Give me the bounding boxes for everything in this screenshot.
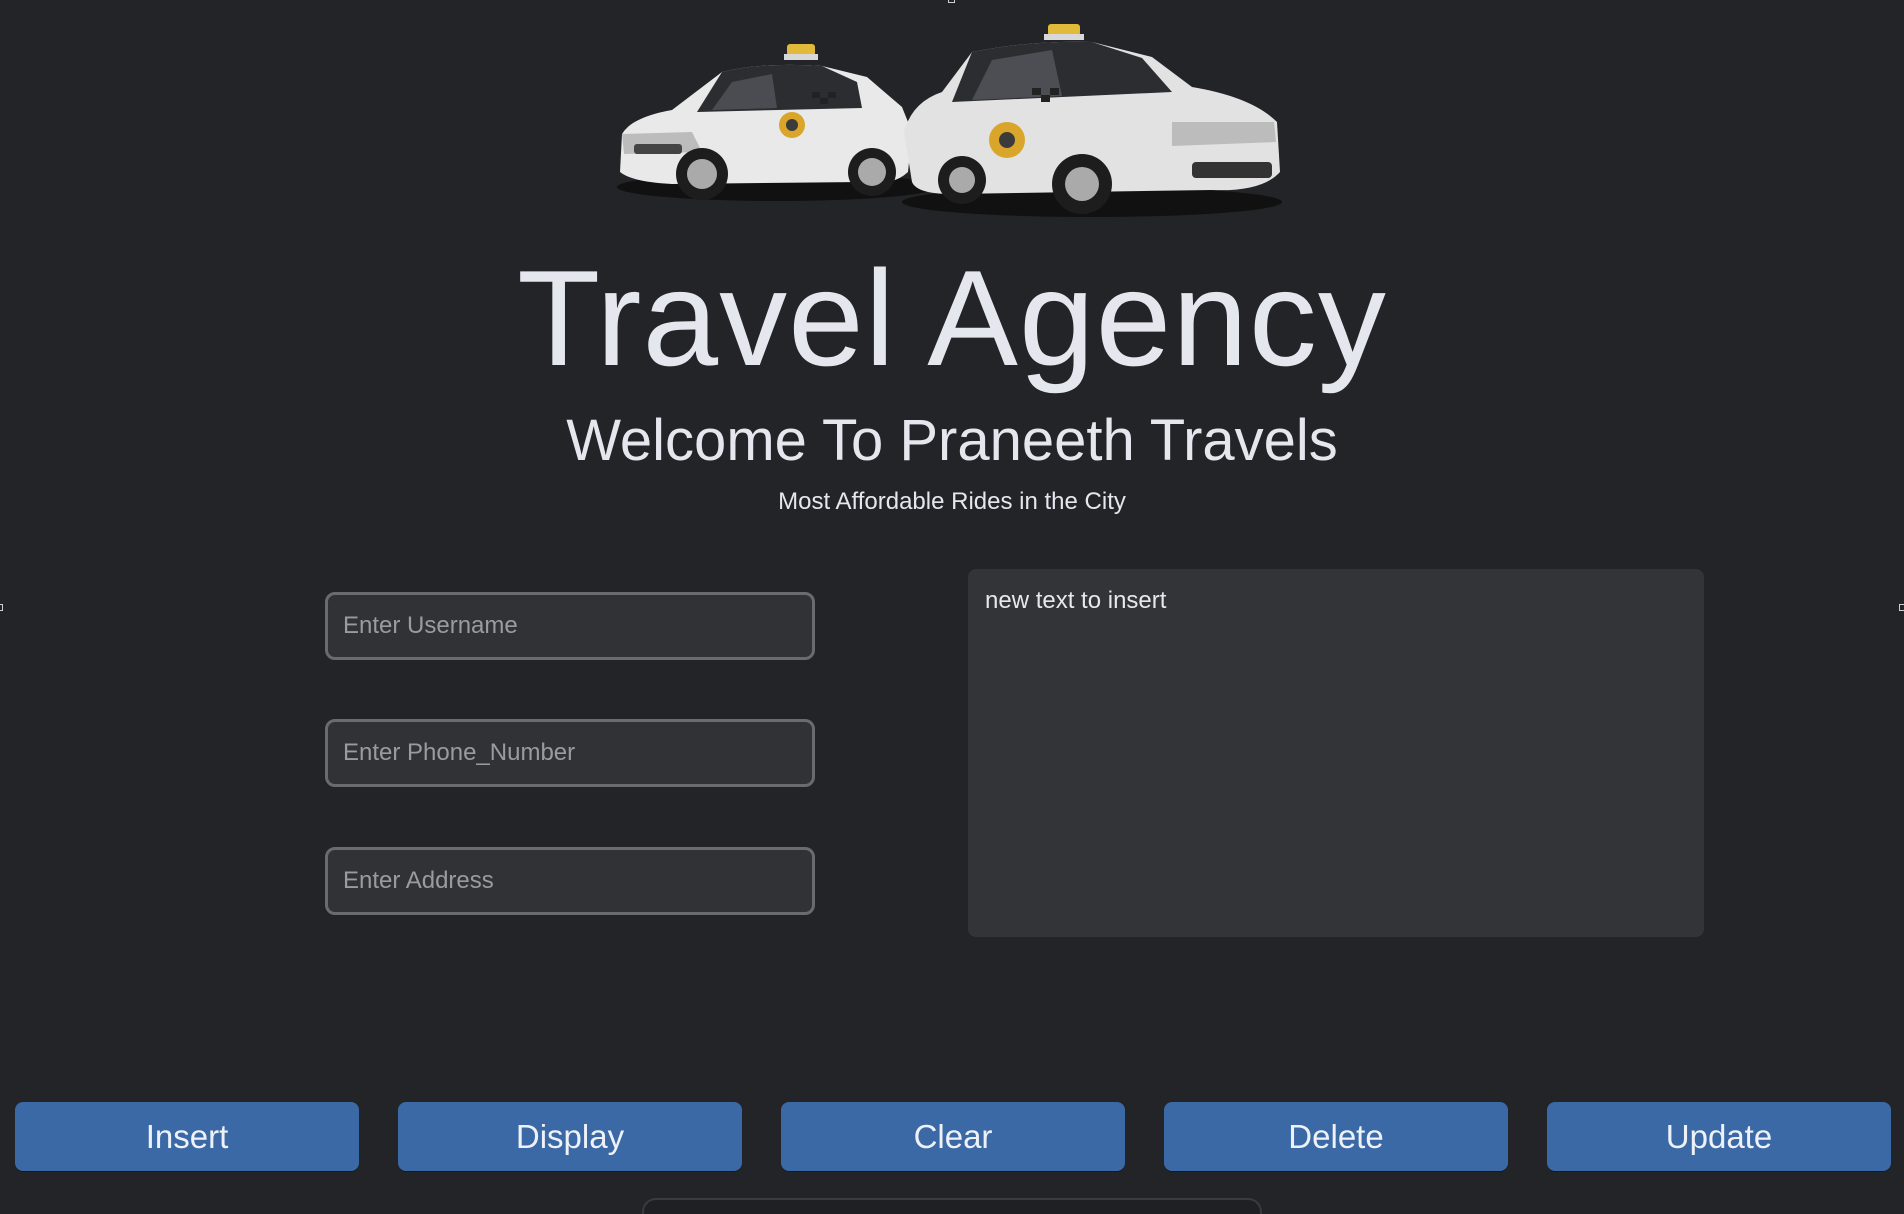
update-button[interactable]: Update bbox=[1547, 1102, 1891, 1171]
page-tagline: Most Affordable Rides in the City bbox=[778, 488, 1126, 515]
username-input[interactable] bbox=[325, 592, 815, 660]
delete-button[interactable]: Delete bbox=[1164, 1102, 1508, 1171]
text-area[interactable]: new text to insert bbox=[968, 569, 1704, 937]
bottom-bar bbox=[642, 1198, 1262, 1214]
app-window: Travel Agency Welcome To Praneeth Travel… bbox=[0, 0, 1904, 1214]
taxi-car-right bbox=[902, 24, 1282, 217]
clear-button[interactable]: Clear bbox=[781, 1102, 1125, 1171]
resize-handle-left[interactable] bbox=[0, 604, 3, 611]
taxi-cars-image bbox=[617, 24, 1282, 217]
display-button[interactable]: Display bbox=[398, 1102, 742, 1171]
page-title: Travel Agency bbox=[517, 242, 1387, 394]
resize-handle-right[interactable] bbox=[1899, 604, 1904, 611]
taxi-car-left bbox=[617, 44, 937, 201]
address-input[interactable] bbox=[325, 847, 815, 915]
resize-handle-top[interactable] bbox=[948, 0, 955, 3]
page-subtitle: Welcome To Praneeth Travels bbox=[566, 408, 1338, 473]
insert-button[interactable]: Insert bbox=[15, 1102, 359, 1171]
phone-number-input[interactable] bbox=[325, 719, 815, 787]
